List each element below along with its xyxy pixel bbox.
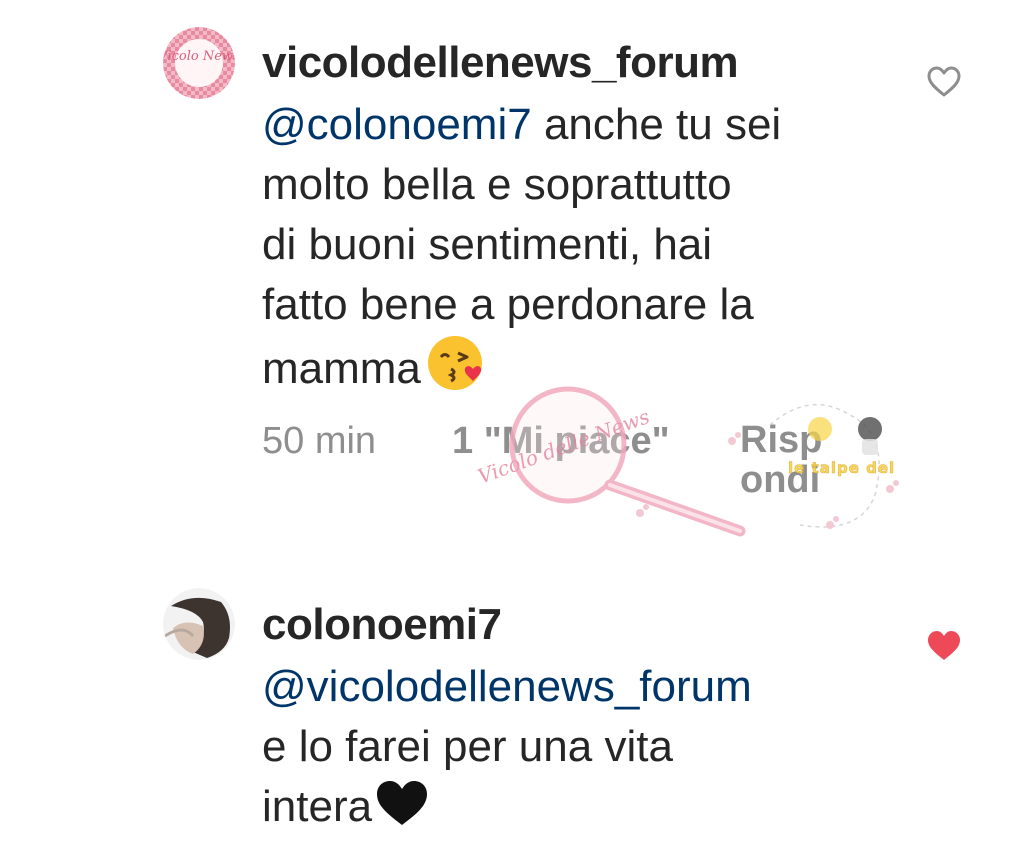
comment-meta: 50 min 1 "Mi piace" Risp ondi: [262, 420, 902, 500]
comment-username[interactable]: vicolodellenews_forum: [262, 38, 739, 88]
watermark-overlay: Vicolo delle News le talpe del web: [470, 385, 938, 545]
liked-heart-icon[interactable]: [926, 630, 962, 667]
comment-text-line: mamma: [262, 344, 421, 393]
reply-button[interactable]: Risp ondi: [740, 420, 822, 500]
comment-text-line: e lo farei per una vita: [262, 722, 673, 771]
comment-username[interactable]: colonoemi7: [262, 600, 502, 650]
comment-text-line: anche tu sei: [543, 100, 782, 149]
avatar[interactable]: Vicolo News: [163, 27, 235, 99]
comment-text-line: di buoni sentimenti, hai: [262, 220, 713, 269]
kissing-face-with-heart-emoji: [427, 335, 487, 407]
likes-count[interactable]: 1 "Mi piace": [452, 420, 670, 463]
comment-time: 50 min: [262, 420, 377, 462]
comment-body: @vicolodellenews_forum e lo farei per un…: [262, 657, 962, 843]
avatar-logo-text: Vicolo News: [163, 49, 235, 64]
comment-text-line: molto bella e soprattutto: [262, 160, 732, 209]
comment-text-line: fatto bene a perdonare la: [262, 280, 754, 329]
comment-body: @colonoemi7 anche tu sei molto bella e s…: [262, 95, 942, 407]
like-heart-icon[interactable]: [926, 66, 962, 103]
black-heart-emoji: [374, 779, 430, 843]
avatar[interactable]: [163, 588, 235, 660]
mention-link[interactable]: @vicolodellenews_forum: [262, 657, 962, 717]
mention-link[interactable]: @colonoemi7: [262, 100, 532, 149]
comment-text-line: intera: [262, 782, 373, 831]
